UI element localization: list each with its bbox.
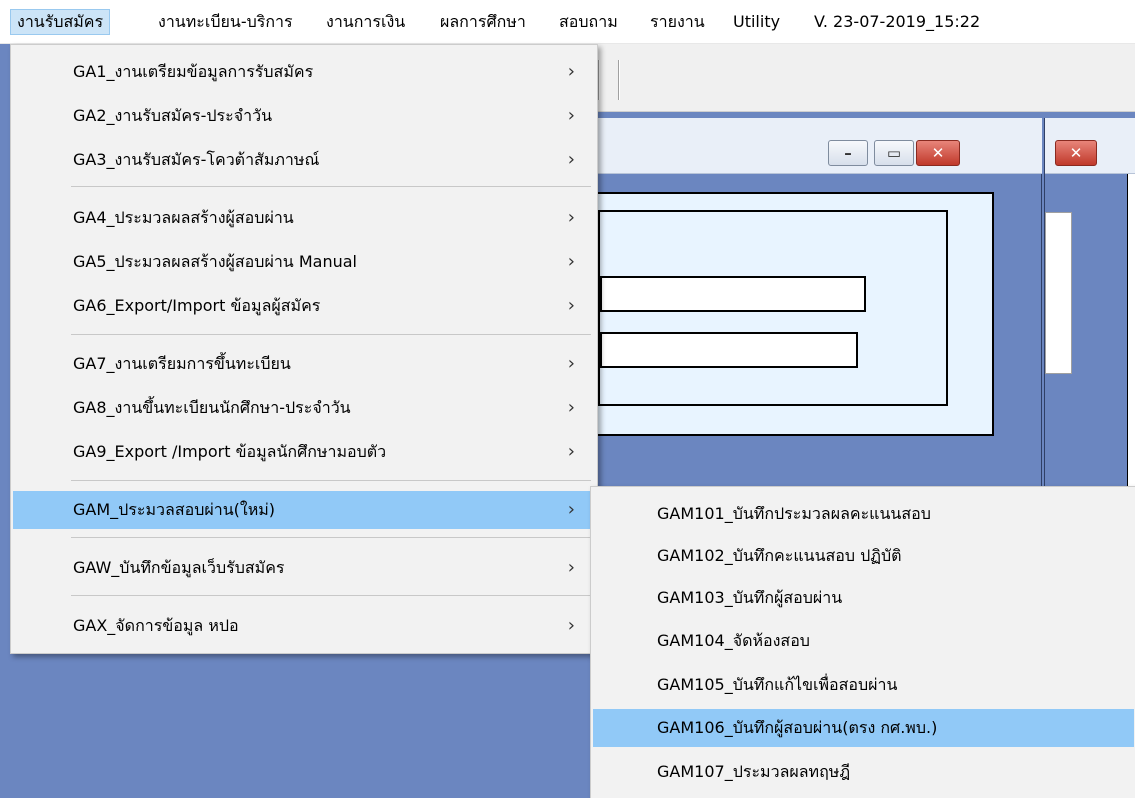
toolbar-separator <box>618 60 620 100</box>
menubar-item-admission[interactable]: งานรับสมัคร <box>10 9 111 35</box>
input-box[interactable] <box>600 276 866 312</box>
menu-item-gaw[interactable]: GAW_บันทึกข้อมูลเว็บรับสมัคร › <box>13 549 595 587</box>
submenu-item-gam106[interactable]: GAM106_บันทึกผู้สอบผ่าน(ตรง กศ.พบ.) <box>593 709 1134 747</box>
restore-button[interactable]: ▭ <box>874 140 914 166</box>
submenu-item-label: GAM106_บันทึกผู้สอบผ่าน(ตรง กศ.พบ.) <box>657 718 938 737</box>
menu-item-label: GA8_งานขึ้นทะเบียนนักศึกษา-ประจำวัน <box>73 398 351 417</box>
minimize-button[interactable]: – <box>828 140 868 166</box>
menu-separator <box>71 334 591 335</box>
submenu-item-gam104[interactable]: GAM104_จัดห้องสอบ <box>593 622 1134 660</box>
menubar-item-utility[interactable]: Utility <box>727 9 786 35</box>
mdi-window2-panel <box>1045 212 1072 374</box>
submenu-item-label: GAM103_บันทึกผู้สอบผ่าน <box>657 588 843 607</box>
submenu-item-label: GAM101_บันทึกประมวลผลคะแนนสอบ <box>657 504 931 523</box>
chevron-right-icon: › <box>567 251 575 272</box>
submenu-item-gam107[interactable]: GAM107_ประมวลผลทฤษฎี <box>593 753 1134 791</box>
menubar-item-inquiry[interactable]: สอบถาม <box>553 9 624 35</box>
menu-separator <box>71 595 591 596</box>
chevron-right-icon: › <box>567 295 575 316</box>
mdi-window2-edge <box>1127 174 1135 498</box>
menubar-item-finance[interactable]: งานการเงิน <box>320 9 411 35</box>
close-icon: ✕ <box>931 144 945 162</box>
menu-item-ga2[interactable]: GA2_งานรับสมัคร-ประจำวัน › <box>13 97 595 135</box>
menubar-item-registration[interactable]: งานทะเบียน-บริการ <box>152 9 299 35</box>
menu-item-gam[interactable]: GAM_ประมวลสอบผ่าน(ใหม่) › <box>13 491 595 529</box>
close-button-2[interactable]: ✕ <box>1055 140 1097 166</box>
menu-item-label: GA2_งานรับสมัคร-ประจำวัน <box>73 106 273 125</box>
chevron-right-icon: › <box>567 353 575 374</box>
chevron-right-icon: › <box>567 615 575 636</box>
menu-bar: งานรับสมัคร งานทะเบียน-บริการ งานการเงิน… <box>0 0 1135 44</box>
form-panel-inner <box>598 210 948 406</box>
submenu-item-label: GAM105_บันทึกแก้ไขเพื่อสอบผ่าน <box>657 675 898 694</box>
menubar-item-report[interactable]: รายงาน <box>644 9 711 35</box>
chevron-right-icon: › <box>567 397 575 418</box>
chevron-right-icon: › <box>567 499 575 520</box>
mdi-window2-titlebar: ✕ <box>1045 118 1135 174</box>
mdi-window-titlebar: – ▭ ✕ <box>596 118 1042 174</box>
menubar-item-study-results[interactable]: ผลการศึกษา <box>434 9 532 35</box>
menu-item-ga6[interactable]: GA6_Export/Import ข้อมูลผู้สมัคร › <box>13 287 595 325</box>
menu-separator <box>71 480 591 481</box>
menu-separator <box>71 537 591 538</box>
input-box[interactable] <box>600 332 858 368</box>
menu-item-label: GA3_งานรับสมัคร-โควต้าสัมภาษณ์ <box>73 150 320 169</box>
menu-item-ga3[interactable]: GA3_งานรับสมัคร-โควต้าสัมภาษณ์ › <box>13 141 595 179</box>
menu-item-label: GAM_ประมวลสอบผ่าน(ใหม่) <box>73 500 276 519</box>
menu-item-ga4[interactable]: GA4_ประมวลผลสร้างผู้สอบผ่าน › <box>13 199 595 237</box>
chevron-right-icon: › <box>567 557 575 578</box>
mdi-child-window: – ▭ ✕ <box>596 118 1042 498</box>
menu-item-ga9[interactable]: GA9_Export /Import ข้อมูลนักศึกษามอบตัว … <box>13 433 595 471</box>
submenu-item-gam105[interactable]: GAM105_บันทึกแก้ไขเพื่อสอบผ่าน <box>593 666 1134 704</box>
menu-item-label: GAW_บันทึกข้อมูลเว็บรับสมัคร <box>73 558 285 577</box>
submenu-item-gam103[interactable]: GAM103_บันทึกผู้สอบผ่าน <box>593 579 1134 617</box>
menu-item-label: GAX_จัดการข้อมูล หปอ <box>73 616 239 635</box>
menu-item-gax[interactable]: GAX_จัดการข้อมูล หปอ › <box>13 607 595 645</box>
submenu-item-gam101[interactable]: GAM101_บันทึกประมวลผลคะแนนสอบ <box>593 495 1134 533</box>
menu-separator <box>71 186 591 187</box>
toolbar <box>596 44 1135 112</box>
close-icon: ✕ <box>1069 144 1083 162</box>
gam-submenu: GAM101_บันทึกประมวลผลคะแนนสอบ GAM102_บัน… <box>590 486 1135 798</box>
admission-dropdown-menu: GA1_งานเตรียมข้อมูลการรับสมัคร › GA2_งาน… <box>10 44 598 654</box>
submenu-item-label: GAM104_จัดห้องสอบ <box>657 631 810 650</box>
menu-item-ga8[interactable]: GA8_งานขึ้นทะเบียนนักศึกษา-ประจำวัน › <box>13 389 595 427</box>
chevron-right-icon: › <box>567 61 575 82</box>
restore-icon: ▭ <box>886 144 902 162</box>
chevron-right-icon: › <box>567 441 575 462</box>
chevron-right-icon: › <box>567 149 575 170</box>
mdi-window-body <box>596 174 1040 498</box>
menu-item-label: GA7_งานเตรียมการขึ้นทะเบียน <box>73 354 291 373</box>
submenu-item-gam102[interactable]: GAM102_บันทึกคะแนนสอบ ปฏิบัติ <box>593 537 1134 575</box>
menu-item-ga7[interactable]: GA7_งานเตรียมการขึ้นทะเบียน › <box>13 345 595 383</box>
chevron-right-icon: › <box>567 105 575 126</box>
form-panel-outer <box>596 192 994 436</box>
minimize-icon: – <box>844 144 852 162</box>
version-label: V. 23-07-2019_15:22 <box>814 12 981 31</box>
menu-item-ga5[interactable]: GA5_ประมวลผลสร้างผู้สอบผ่าน Manual › <box>13 243 595 281</box>
close-button[interactable]: ✕ <box>916 140 960 166</box>
toolbar-separator <box>598 60 600 100</box>
submenu-item-label: GAM102_บันทึกคะแนนสอบ ปฏิบัติ <box>657 546 902 565</box>
menu-item-label: GA5_ประมวลผลสร้างผู้สอบผ่าน Manual <box>73 252 357 271</box>
menu-item-ga1[interactable]: GA1_งานเตรียมข้อมูลการรับสมัคร › <box>13 53 595 91</box>
menu-item-label: GA1_งานเตรียมข้อมูลการรับสมัคร <box>73 62 314 81</box>
menu-item-label: GA9_Export /Import ข้อมูลนักศึกษามอบตัว <box>73 442 387 461</box>
mdi-child-window-2: ✕ <box>1044 118 1135 498</box>
menu-item-label: GA4_ประมวลผลสร้างผู้สอบผ่าน <box>73 208 294 227</box>
submenu-item-label: GAM107_ประมวลผลทฤษฎี <box>657 762 851 781</box>
chevron-right-icon: › <box>567 207 575 228</box>
menu-item-label: GA6_Export/Import ข้อมูลผู้สมัคร <box>73 296 321 315</box>
